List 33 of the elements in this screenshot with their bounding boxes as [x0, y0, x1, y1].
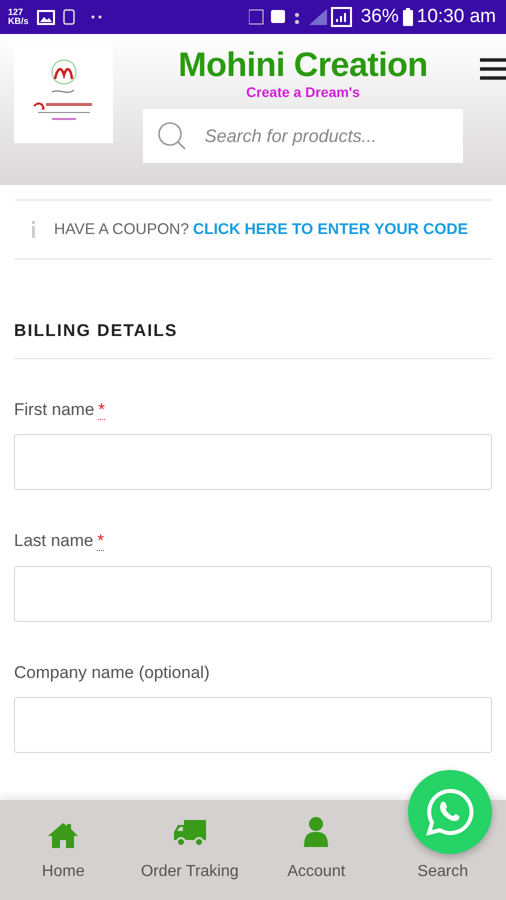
field-label: Last name — [14, 531, 94, 550]
phone-icon — [62, 9, 75, 25]
nav-tab[interactable]: Search — [413, 860, 472, 884]
nav-tab[interactable]: Home — [38, 814, 89, 884]
battery-level: 36% — [360, 4, 399, 29]
field-label: Company name (optional) — [14, 662, 210, 682]
input-field[interactable] — [14, 434, 492, 490]
required-mark: * — [97, 531, 104, 551]
coupon-link[interactable]: CLICK HERE TO ENTER YOUR CODE — [192, 218, 468, 242]
nav-tab[interactable]: Order Traking — [136, 814, 243, 884]
input-field[interactable] — [14, 566, 492, 622]
network-speed: 127 KB/s — [8, 8, 29, 26]
dots-icon — [90, 15, 103, 19]
search-input[interactable]: Search for products... — [202, 122, 449, 150]
site-tagline: Create a Dream's — [246, 83, 360, 102]
search-icon — [157, 121, 187, 151]
info-icon — [30, 220, 38, 238]
required-mark: * — [98, 400, 105, 420]
user-icon — [303, 816, 330, 848]
clock: 10:30 am — [416, 4, 496, 29]
chat-bubble-icon — [425, 787, 475, 837]
site-title: Mohini Creation — [178, 48, 428, 82]
field-label: First name — [14, 400, 94, 418]
input-field[interactable] — [14, 697, 492, 753]
truck-icon — [172, 818, 208, 848]
whatsapp-button[interactable] — [408, 770, 492, 854]
gallery-icon — [36, 10, 55, 24]
battery-icon — [402, 8, 413, 26]
coupon-prompt: HAVE A COUPON? — [54, 220, 189, 240]
search-field[interactable]: Search for products... — [143, 109, 463, 163]
nav-tab[interactable]: Account — [283, 814, 350, 884]
section-heading: BILLING DETAILS — [14, 321, 178, 340]
home-icon — [47, 822, 80, 848]
